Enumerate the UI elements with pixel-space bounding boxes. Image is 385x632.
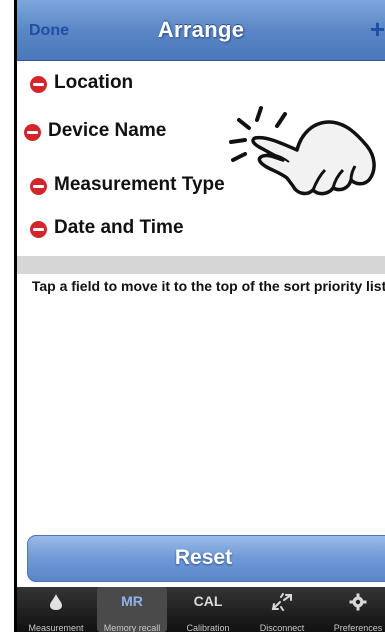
tab-label: Preferences — [333, 623, 383, 632]
field-row-date-and-time[interactable]: Date and Time — [17, 215, 385, 245]
tab-measurement[interactable]: Measurement — [21, 587, 91, 632]
disconnect-arrows-icon — [247, 593, 317, 613]
gear-icon — [323, 593, 385, 613]
drop-icon — [21, 593, 91, 613]
delete-minus-icon[interactable] — [30, 178, 47, 195]
delete-minus-icon[interactable] — [24, 124, 41, 141]
tap-hand-icon — [229, 106, 376, 196]
reset-button[interactable]: Reset — [27, 535, 385, 582]
tab-label: Measurement — [28, 623, 84, 632]
section-divider — [17, 256, 385, 274]
field-label: Device Name — [48, 120, 167, 141]
tab-label: Memory recall — [103, 623, 161, 632]
field-label: Measurement Type — [54, 174, 225, 195]
navigation-bar: Done Arrange + — [17, 0, 385, 61]
reset-button-label: Reset — [174, 546, 233, 569]
cal-icon: CAL — [193, 593, 223, 609]
mr-icon: MR — [121, 593, 143, 609]
field-label: Date and Time — [54, 217, 184, 238]
delete-minus-icon[interactable] — [30, 76, 47, 93]
delete-minus-icon[interactable] — [30, 221, 47, 238]
tab-preferences[interactable]: Preferences — [323, 587, 385, 632]
app-screen: Done Arrange + Location Device Name Meas… — [14, 0, 385, 632]
instruction-text: Tap a field to move it to the top of the… — [31, 278, 385, 294]
tab-label: Calibration — [186, 623, 230, 632]
field-label: Location — [54, 72, 134, 93]
tab-calibration[interactable]: CAL Calibration — [173, 587, 243, 632]
add-field-button[interactable]: + — [370, 16, 385, 42]
page-title: Arrange — [157, 17, 245, 42]
field-row-location[interactable]: Location — [17, 70, 385, 100]
tab-label: Disconnect — [259, 623, 305, 632]
tab-bar: Measurement MR Memory recall CAL Calibra… — [17, 587, 385, 632]
tab-disconnect[interactable]: Disconnect — [247, 587, 317, 632]
tab-memory-recall[interactable]: MR Memory recall — [97, 587, 167, 632]
